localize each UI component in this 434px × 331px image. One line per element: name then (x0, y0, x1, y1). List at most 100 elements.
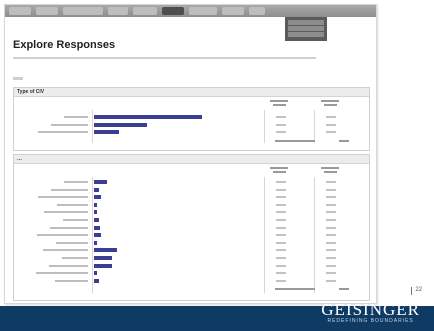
response-bar (94, 195, 102, 200)
nav-tab[interactable]: … (249, 7, 265, 15)
response-count: … (326, 279, 336, 282)
response-percent: … (276, 181, 286, 183)
response-bar (94, 271, 97, 276)
response-percent: … (276, 219, 286, 221)
response-percent: … (276, 131, 286, 134)
response-count: … (326, 188, 336, 191)
response-count: … (326, 257, 336, 259)
response-percent: … (276, 203, 286, 206)
response-percent: … (276, 272, 286, 275)
response-bar (94, 180, 108, 184)
total-respondents: …… (229, 138, 369, 145)
response-bar (94, 263, 112, 268)
row-label: … (18, 264, 88, 267)
table-row: … … … (14, 232, 369, 239)
response-bar (94, 233, 102, 238)
row-label: … (18, 196, 88, 199)
response-percent: … (276, 211, 286, 214)
question-header: Type of CIV (14, 88, 369, 97)
column-header-percent: Response Percent (266, 98, 292, 108)
response-count: … (326, 226, 336, 229)
table-row: ……… (14, 122, 369, 129)
column-header-percent: Response Percent (266, 165, 292, 175)
table-row: … … … (14, 194, 369, 201)
response-bar (94, 187, 99, 192)
response-count: … (326, 234, 336, 237)
small-label: … (13, 77, 23, 80)
intro-text: … (13, 57, 365, 63)
row-label: … (18, 188, 88, 191)
row-label: … (18, 241, 88, 244)
row-label: … (18, 116, 88, 118)
table-row: ……… (14, 270, 369, 277)
response-bar (94, 256, 112, 260)
column-header-count: Response Total (317, 98, 343, 108)
table-row: ……… (14, 225, 369, 232)
nav-tab[interactable]: … (63, 7, 103, 15)
response-count: … (326, 131, 336, 134)
nav-tab[interactable]: … (36, 7, 58, 15)
response-percent: … (276, 123, 286, 126)
table-row: ……… (14, 278, 369, 285)
response-percent: … (276, 257, 286, 259)
nav-tab[interactable]: … (133, 7, 157, 15)
presentation-slide: ……………………… ……… Explore Responses … … Type… (0, 0, 434, 331)
response-bar (94, 122, 147, 127)
column-header-count: Response Total (317, 165, 343, 175)
nav-tab[interactable]: … (162, 7, 184, 15)
page-title: Explore Responses (13, 39, 116, 51)
response-count: … (326, 249, 336, 252)
response-percent: … (276, 234, 286, 237)
dropdown-item[interactable]: … (288, 32, 324, 37)
response-bar (94, 210, 97, 215)
row-label: … (18, 211, 88, 214)
nav-tab[interactable]: … (9, 7, 31, 15)
table-row: … … … (14, 129, 369, 136)
response-count: … (326, 241, 336, 244)
row-label: … (18, 279, 88, 282)
row-label: … (18, 226, 88, 229)
table-row: ……… (14, 240, 369, 247)
response-count: … (326, 196, 336, 199)
table-row: ……… (14, 217, 369, 224)
response-count: … (326, 116, 336, 118)
nav-tab[interactable]: … (189, 7, 217, 15)
response-count: … (326, 264, 336, 267)
response-bar (94, 202, 97, 207)
response-count: … (326, 123, 336, 126)
total-respondents: …… (229, 286, 369, 293)
results-table-type-of-civ: Type of CIV Response Percent Response Tot… (13, 87, 370, 151)
table-row: … … … (14, 202, 369, 209)
response-bar (94, 130, 120, 135)
row-label: … (18, 181, 88, 183)
nav-tab[interactable]: … (222, 7, 244, 15)
table-row: … … … (14, 255, 369, 262)
response-bar (94, 248, 117, 253)
row-label: … (18, 249, 88, 252)
response-percent: … (276, 116, 286, 118)
table-row: ……… (14, 179, 369, 186)
results-table-symptoms: … Response PercentResponse Total……………………… (13, 154, 370, 301)
geisinger-logo: GEISINGER REDEFINING BOUNDARIES (321, 300, 420, 324)
row-label: … (18, 203, 88, 206)
question-header: … (14, 155, 369, 164)
response-count: … (326, 211, 336, 214)
row-label: … (18, 131, 88, 134)
table-row: ……… (14, 263, 369, 270)
response-count: … (326, 203, 336, 206)
response-count: … (326, 272, 336, 275)
top-navigation-bar: … … … … … … … … … (5, 5, 376, 17)
table-row: ……… (14, 187, 369, 194)
row-label: … (18, 257, 88, 259)
dropdown-item[interactable]: … (288, 26, 324, 31)
row-label: … (18, 219, 88, 221)
table-row: … … … (14, 247, 369, 254)
table-row: … … … (14, 209, 369, 216)
response-percent: … (276, 196, 286, 199)
response-bar (94, 278, 99, 283)
dropdown-item[interactable]: … (288, 20, 324, 25)
nav-tab[interactable]: … (108, 7, 128, 15)
response-percent: … (276, 249, 286, 252)
row-label: … (18, 234, 88, 237)
survey-screenshot: ……………………… ……… Explore Responses … … Type… (4, 4, 377, 304)
